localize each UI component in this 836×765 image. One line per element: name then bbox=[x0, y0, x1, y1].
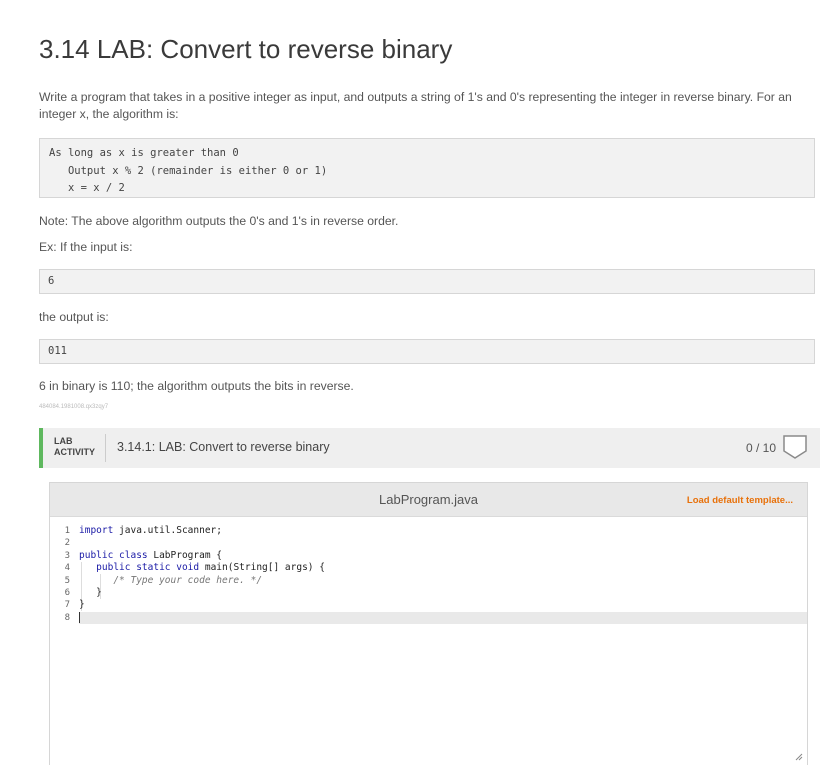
load-default-template-link[interactable]: Load default template... bbox=[687, 495, 793, 506]
code-line-3[interactable]: public class LabProgram { bbox=[79, 550, 807, 562]
keyword: public static void bbox=[96, 562, 200, 574]
output-label: the output is: bbox=[39, 310, 109, 324]
code-editor[interactable]: LabProgram.java Load default template...… bbox=[49, 482, 808, 765]
algorithm-line-1: As long as x is greater than 0 bbox=[49, 147, 239, 159]
lab-tag-line-1: LAB bbox=[54, 436, 73, 446]
keyword: import bbox=[79, 525, 114, 536]
code-line-2[interactable] bbox=[79, 537, 807, 549]
algorithm-box: As long as x is greater than 0 Output x … bbox=[39, 138, 815, 198]
note-text: Note: The above algorithm outputs the 0'… bbox=[39, 214, 399, 228]
example-input-value: 6 bbox=[48, 275, 55, 287]
lab-divider bbox=[105, 434, 106, 462]
code-text: } bbox=[79, 599, 85, 611]
page-title: 3.14 LAB: Convert to reverse binary bbox=[39, 34, 453, 64]
line-number: 3 bbox=[64, 550, 70, 561]
text-cursor bbox=[79, 611, 80, 623]
example-output-box: 011 bbox=[39, 339, 815, 364]
keyword: public class bbox=[79, 549, 148, 561]
line-number: 1 bbox=[64, 526, 70, 536]
code-text: } bbox=[96, 587, 102, 598]
code-line-7[interactable]: } bbox=[79, 599, 807, 611]
lab-activity-tag: LAB ACTIVITY bbox=[54, 436, 95, 458]
code-line-1[interactable]: import java.util.Scanner; bbox=[79, 525, 807, 537]
code-text-area[interactable]: import java.util.Scanner; public class L… bbox=[78, 517, 807, 765]
algorithm-line-2: Output x % 2 (remainder is either 0 or 1… bbox=[49, 164, 328, 177]
explanation-text: 6 in binary is 110; the algorithm output… bbox=[39, 379, 354, 393]
lab-tag-line-2: ACTIVITY bbox=[54, 447, 96, 457]
line-number: 6 bbox=[64, 588, 70, 598]
line-number: 4 bbox=[64, 563, 70, 574]
code-text: java.util.Scanner; bbox=[113, 525, 222, 536]
code-line-5[interactable]: /* Type your code here. */ bbox=[79, 575, 807, 587]
lab-score: 0 / 10 bbox=[745, 441, 776, 455]
resize-handle-icon[interactable] bbox=[795, 753, 803, 761]
editor-header: LabProgram.java Load default template... bbox=[50, 483, 807, 517]
intro-text: Write a program that takes in a positive… bbox=[39, 90, 792, 121]
code-line-4[interactable]: public static void main(String[] args) { bbox=[79, 562, 807, 574]
code-text: main(String[] args) { bbox=[199, 562, 325, 574]
content-id: 484084.1981008.qx3zqy7 bbox=[39, 404, 109, 410]
line-number: 5 bbox=[64, 575, 70, 586]
example-output-value: 011 bbox=[48, 345, 67, 357]
lab-activity-title: 3.14.1: LAB: Convert to reverse binary bbox=[117, 440, 330, 454]
algorithm-line-3: x = x / 2 bbox=[49, 182, 125, 194]
line-number: 7 bbox=[64, 600, 70, 611]
code-text: LabProgram { bbox=[147, 549, 222, 561]
lab-activity-header: LAB ACTIVITY 3.14.1: LAB: Convert to rev… bbox=[39, 428, 820, 468]
code-line-8-active[interactable] bbox=[79, 611, 807, 625]
example-input-box: 6 bbox=[39, 269, 815, 294]
example-label: Ex: If the input is: bbox=[39, 240, 133, 254]
code-comment: /* Type your code here. */ bbox=[113, 574, 263, 586]
line-number-gutter: 1 2 3 4 5 6 7 8 bbox=[50, 517, 77, 765]
score-badge-icon bbox=[783, 435, 807, 459]
code-line-6[interactable]: } bbox=[79, 587, 807, 599]
line-number: 8 bbox=[64, 612, 70, 623]
line-number: 2 bbox=[64, 538, 70, 549]
